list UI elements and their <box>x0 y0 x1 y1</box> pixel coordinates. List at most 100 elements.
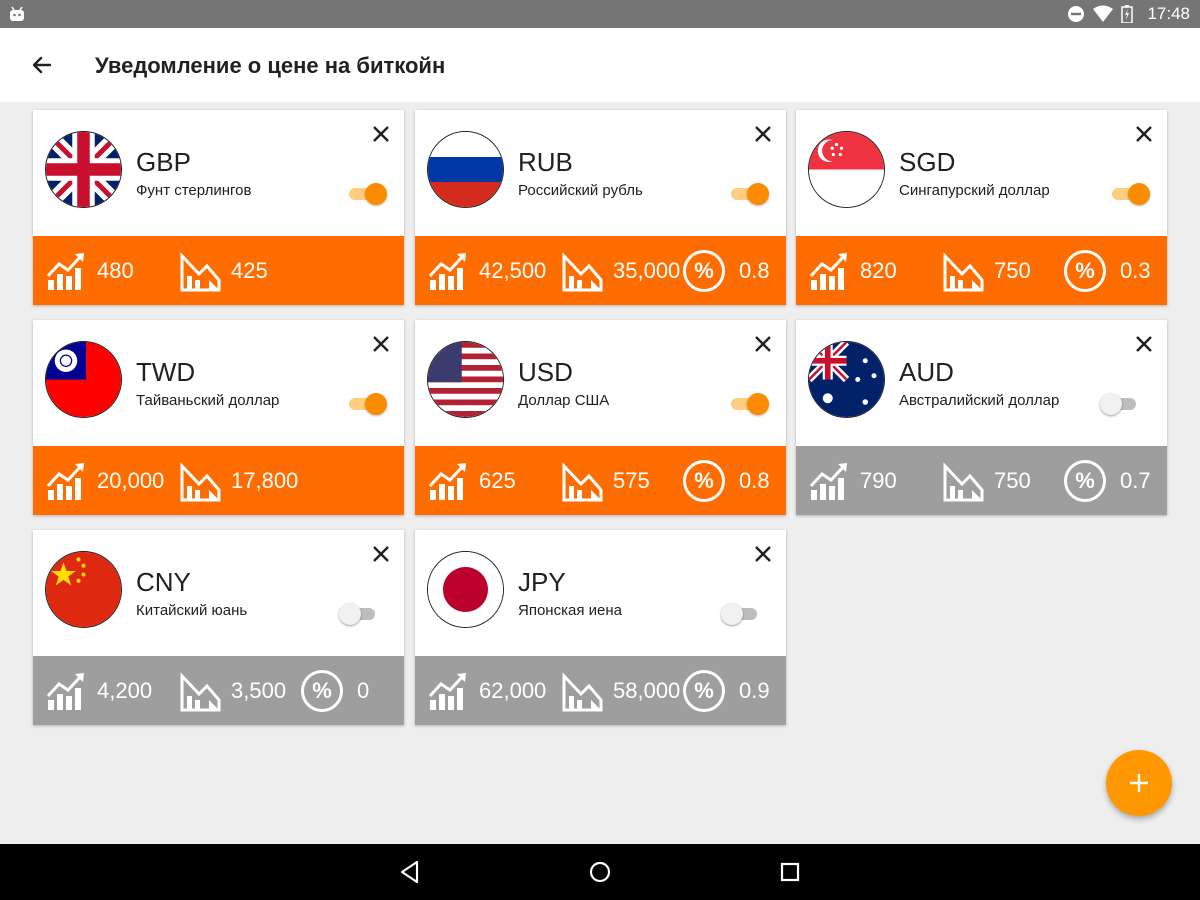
percent-change: % 0.3 <box>1064 236 1151 305</box>
currency-code: TWD <box>136 357 196 387</box>
gb-flag-icon <box>46 132 121 207</box>
price-high: 4,200 <box>45 656 152 725</box>
trend-down-icon <box>180 671 221 711</box>
percent-value: 0.3 <box>1120 257 1151 283</box>
page-title: Уведомление о цене на биткойн <box>95 53 446 78</box>
percent-icon: % <box>1064 459 1106 502</box>
nav-recents-icon[interactable] <box>775 857 805 887</box>
high-price-value: 820 <box>860 257 897 283</box>
currency-card-jpy[interactable]: JPY Японская иена 62,000 58,000 % 0.9 <box>415 530 786 725</box>
wifi-icon <box>1093 5 1114 22</box>
trend-down-icon <box>180 461 221 501</box>
alert-toggle[interactable] <box>729 182 769 205</box>
currency-name: Китайский юань <box>136 602 248 619</box>
alert-toggle[interactable] <box>1110 182 1150 205</box>
price-alert-bar: 4,200 3,500 % 0 <box>33 656 404 725</box>
price-alert-bar: 42,500 35,000 % 0.8 <box>415 236 786 305</box>
us-flag-icon <box>428 342 503 417</box>
close-icon[interactable] <box>1133 333 1155 355</box>
alert-toggle[interactable] <box>347 392 387 415</box>
do-not-disturb-icon <box>1068 6 1085 22</box>
add-currency-button[interactable] <box>1106 750 1172 816</box>
high-price-value: 20,000 <box>97 467 165 493</box>
percent-value: 0.9 <box>739 677 770 703</box>
close-icon[interactable] <box>370 333 392 355</box>
percent-icon: % <box>301 669 343 712</box>
currency-name: Доллар США <box>518 392 610 409</box>
price-high: 480 <box>45 236 134 305</box>
high-price-value: 62,000 <box>479 677 547 703</box>
close-icon[interactable] <box>752 333 774 355</box>
currency-name: Сингапурский доллар <box>899 182 1050 199</box>
trend-up-icon <box>46 252 84 290</box>
close-icon[interactable] <box>370 543 392 565</box>
percent-icon: % <box>683 459 725 502</box>
percent-change: % 0 <box>301 656 369 725</box>
trend-up-icon <box>428 252 466 290</box>
currency-card-twd[interactable]: TWD Тайваньский доллар 20,000 17,800 <box>33 320 404 515</box>
trend-down-icon <box>943 251 984 291</box>
percent-value: 0 <box>357 677 370 703</box>
alert-toggle[interactable] <box>721 602 761 625</box>
close-icon[interactable] <box>370 123 392 145</box>
app-bar: Уведомление о цене на биткойн <box>0 28 1200 102</box>
low-price-value: 575 <box>613 467 650 493</box>
alert-toggle[interactable] <box>729 392 769 415</box>
battery-icon <box>1121 5 1134 23</box>
price-alert-bar: 20,000 17,800 <box>33 446 404 515</box>
currency-name: Тайваньский доллар <box>136 392 280 409</box>
tw-flag-icon <box>46 342 121 417</box>
alert-toggle[interactable] <box>347 182 387 205</box>
currency-card-usd[interactable]: USD Доллар США 625 575 % 0.8 <box>415 320 786 515</box>
price-high: 625 <box>427 446 516 515</box>
trend-up-icon <box>428 462 466 500</box>
currency-code: GBP <box>136 147 191 177</box>
currency-card-gbp[interactable]: GBP Фунт стерлингов 480 425 <box>33 110 404 305</box>
status-bar: 17:48 <box>0 0 1200 28</box>
clock: 17:48 <box>1147 4 1190 23</box>
close-icon[interactable] <box>1133 123 1155 145</box>
currency-name: Австралийский доллар <box>899 392 1060 409</box>
trend-up-icon <box>809 462 847 500</box>
trend-up-icon <box>809 252 847 290</box>
trend-down-icon <box>562 461 603 501</box>
percent-icon: % <box>1064 249 1106 292</box>
cn-flag-icon <box>46 552 121 627</box>
android-icon <box>10 6 24 21</box>
close-icon[interactable] <box>752 543 774 565</box>
currency-code: RUB <box>518 147 573 177</box>
alert-toggle[interactable] <box>339 602 379 625</box>
back-arrow-icon[interactable] <box>22 45 62 85</box>
low-price-value: 750 <box>994 257 1031 283</box>
system-nav-bar <box>0 844 1200 900</box>
trend-down-icon <box>180 251 221 291</box>
low-price-value: 17,800 <box>231 467 299 493</box>
nav-home-icon[interactable] <box>585 857 615 887</box>
price-high: 820 <box>808 236 897 305</box>
price-high: 20,000 <box>45 446 164 515</box>
percent-value: 0.8 <box>739 257 770 283</box>
currency-card-sgd[interactable]: SGD Сингапурский доллар 820 750 % 0.3 <box>796 110 1167 305</box>
alert-toggle[interactable] <box>1100 392 1140 415</box>
low-price-value: 58,000 <box>613 677 681 703</box>
nav-back-icon[interactable] <box>395 857 425 887</box>
price-alert-bar: 480 425 <box>33 236 404 305</box>
plus-icon <box>1130 774 1148 792</box>
trend-up-icon <box>46 672 84 710</box>
percent-change: % 0.7 <box>1064 446 1151 515</box>
price-low: 750 <box>942 446 1031 515</box>
close-icon[interactable] <box>752 123 774 145</box>
currency-card-rub[interactable]: RUB Российский рубль 42,500 35,000 % 0.8 <box>415 110 786 305</box>
currency-card-aud[interactable]: AUD Австралийский доллар 790 750 % 0.7 <box>796 320 1167 515</box>
high-price-value: 480 <box>97 257 134 283</box>
low-price-value: 750 <box>994 467 1031 493</box>
currency-code: AUD <box>899 357 954 387</box>
low-price-value: 35,000 <box>613 257 681 283</box>
price-low: 35,000 <box>561 236 680 305</box>
currency-card-cny[interactable]: CNY Китайский юань 4,200 3,500 % 0 <box>33 530 404 725</box>
price-alert-bar: 625 575 % 0.8 <box>415 446 786 515</box>
price-low: 17,800 <box>179 446 298 515</box>
sg-flag-icon <box>809 132 884 207</box>
price-low: 575 <box>561 446 650 515</box>
low-price-value: 425 <box>231 257 268 283</box>
